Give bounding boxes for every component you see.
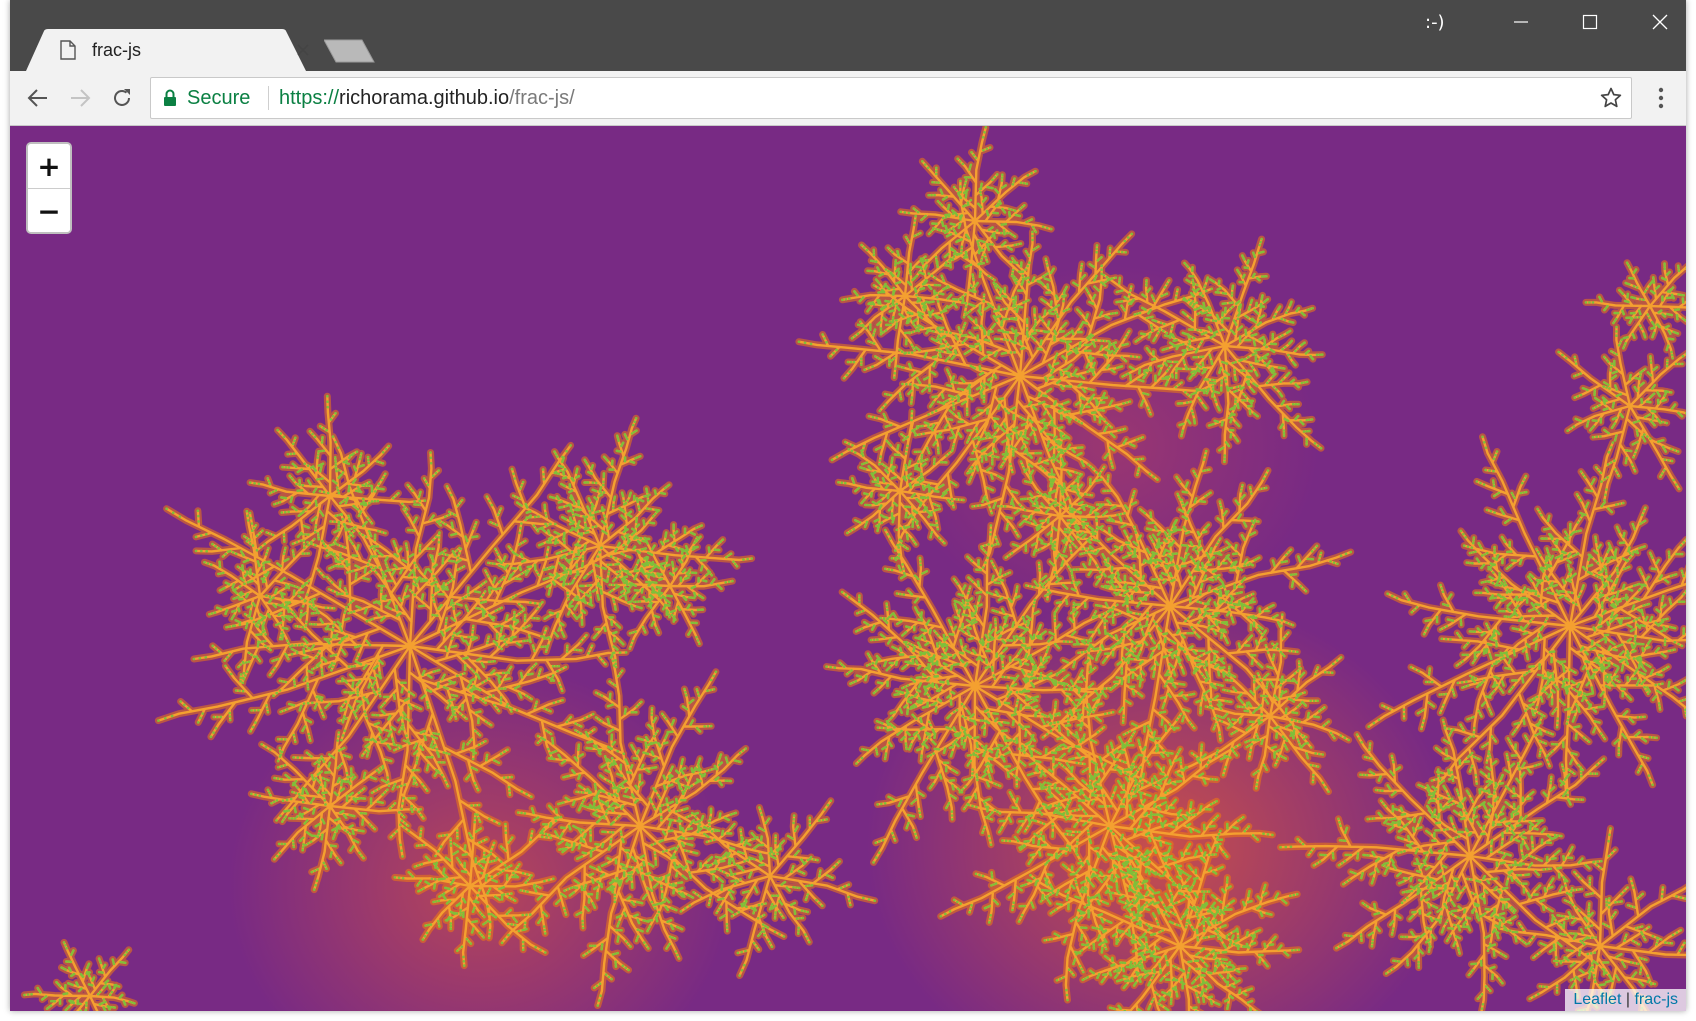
tab-strip: frac-js :-) (10, 0, 1686, 71)
forward-button[interactable] (62, 80, 98, 116)
attribution-separator: | (1621, 991, 1635, 1008)
page-icon (60, 40, 76, 60)
url-path: /frac-js/ (509, 87, 575, 109)
arrow-left-icon (27, 89, 47, 107)
url-scheme: https:// (279, 87, 340, 109)
window-close-button[interactable] (1625, 0, 1695, 44)
minimize-icon (1514, 21, 1528, 23)
zoom-control: + − (26, 142, 72, 234)
back-button[interactable] (20, 80, 56, 116)
tab-close-button[interactable] (292, 39, 314, 61)
minimize-button[interactable] (1486, 0, 1556, 44)
arrow-right-icon (71, 89, 91, 107)
browser-menu-button[interactable] (1646, 80, 1676, 116)
profile-label[interactable]: :-) (1425, 12, 1445, 33)
close-icon (1652, 14, 1668, 30)
maximize-button[interactable] (1555, 0, 1625, 44)
tab-title: frac-js (92, 40, 141, 60)
lock-icon (164, 89, 176, 106)
tab-frac-js[interactable]: frac-js (26, 29, 326, 71)
new-tab-button[interactable] (324, 38, 376, 64)
url-host: richorama.github.io (339, 87, 510, 109)
frac-js-link[interactable]: frac-js (1634, 991, 1678, 1008)
browser-toolbar: Secure https://richorama.github.io/frac-… (10, 71, 1686, 126)
maximize-icon (1582, 14, 1598, 30)
map-viewport[interactable]: + − Leaflet | frac-js (10, 126, 1686, 1011)
address-divider (268, 86, 269, 110)
close-icon (297, 44, 309, 56)
bookmark-star-icon[interactable] (1599, 86, 1623, 110)
browser-window: frac-js :-) Secure https://richorama.git… (10, 0, 1686, 1011)
zoom-in-button[interactable]: + (28, 144, 70, 189)
fractal-image (20, 126, 1686, 1011)
map-attribution: Leaflet | frac-js (1565, 989, 1686, 1011)
address-bar[interactable]: Secure https://richorama.github.io/frac-… (150, 77, 1632, 119)
url-text[interactable]: https://richorama.github.io/frac-js/ (279, 87, 575, 110)
secure-label: Secure (187, 87, 251, 109)
leaflet-link[interactable]: Leaflet (1573, 991, 1621, 1008)
zoom-out-button[interactable]: − (28, 189, 70, 232)
kebab-menu-icon (1658, 87, 1664, 109)
reload-button[interactable] (104, 80, 140, 116)
reload-icon (114, 89, 130, 106)
